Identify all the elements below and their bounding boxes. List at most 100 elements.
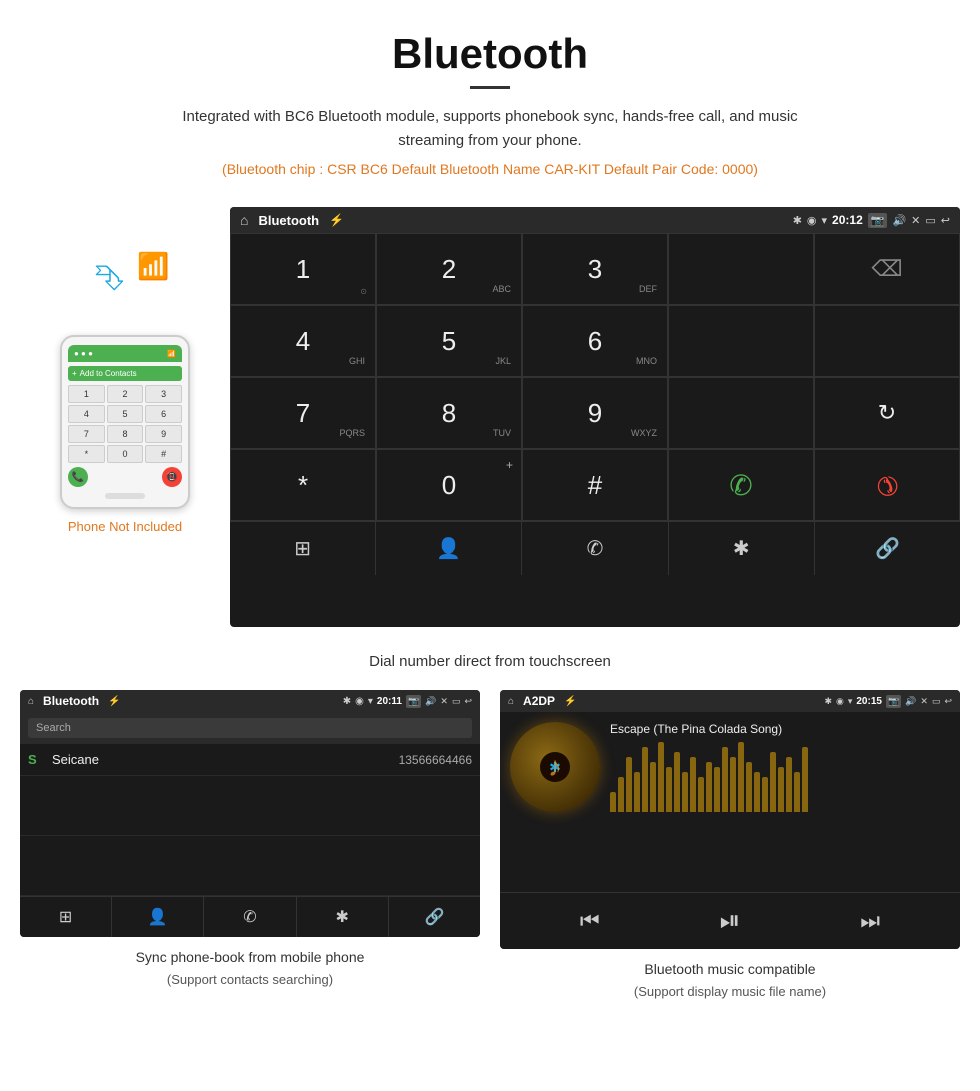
dial-call-green-button[interactable]: ✆ [668,449,814,521]
music-loc-icon: ◉ [836,696,844,707]
music-caption-sub: (Support display music file name) [634,984,826,1007]
close-icon[interactable]: ✕ [911,214,920,227]
music-right-icons: ✱ ◉ ▾ 20:15 📷 🔊 ✕ ▭ ↩ [824,695,952,708]
phone-top-bar: ● ● ● 📶 [68,345,182,362]
dial-key-6[interactable]: 6 MNO [522,305,668,377]
pb-contact-row[interactable]: S Seicane 13566664466 [20,744,480,776]
phonebook-caption-sub: (Support contacts searching) [167,972,333,995]
pb-contact-number: 13566664466 [399,753,472,767]
music-cam-icon[interactable]: 📷 [886,695,901,708]
toolbar-call-button[interactable]: ✆ [522,522,668,575]
phone-key-6[interactable]: 6 [145,405,182,423]
dial-key-4[interactable]: 4 GHI [230,305,376,377]
red-phone-icon: ✆ [868,466,905,503]
music-vol-icon[interactable]: 🔊 [905,696,916,707]
dial-key-8[interactable]: 8 TUV [376,377,522,449]
next-track-button[interactable]: ⏭ [860,908,880,934]
pb-toolbar-link[interactable]: 🔗 [389,897,480,937]
pb-vol-icon[interactable]: 🔊 [425,696,436,707]
dial-backspace-button[interactable]: ⌫ [814,233,960,305]
window-icon[interactable]: ▭ [925,214,935,227]
music-album-inner: ✱ [540,752,570,782]
eq-bar [762,777,768,812]
dial-caption: Dial number direct from touchscreen [0,643,980,690]
phone-key-1[interactable]: 1 [68,385,105,403]
pb-search-field[interactable]: Search [28,718,472,738]
pb-wifi-icon: ▾ [368,696,373,707]
page-header: Bluetooth Integrated with BC6 Bluetooth … [0,0,980,207]
dial-refresh-button[interactable]: ↻ [814,377,960,449]
wifi-status-icon: ▾ [822,214,828,227]
phone-call-green-button[interactable]: 📞 [68,467,88,487]
phone-section: ⮷ 📶 ● ● ● 📶 + Add to Contacts 1 2 3 4 5 … [20,207,230,627]
toolbar-contacts-button[interactable]: 👤 [376,522,522,575]
dial-key-2[interactable]: 2 ABC [376,233,522,305]
dial-empty-1 [668,233,814,305]
eq-bar [642,747,648,812]
pb-cam-icon[interactable]: 📷 [406,695,421,708]
eq-bar [778,767,784,812]
phone-key-7[interactable]: 7 [68,425,105,443]
main-car-toolbar: ⊞ 👤 ✆ ✱ 🔗 [230,521,960,575]
dial-key-5[interactable]: 5 JKL [376,305,522,377]
music-song-title: Escape (The Pina Colada Song) [610,722,950,736]
eq-bar [802,747,808,812]
dial-key-hash[interactable]: # [522,449,668,521]
pb-window-icon[interactable]: ▭ [452,696,461,707]
eq-bar [666,767,672,812]
eq-bar [610,792,616,812]
back-icon[interactable]: ↩ [941,214,950,227]
dial-key-star[interactable]: * [230,449,376,521]
music-back-icon[interactable]: ↩ [944,696,952,707]
phone-call-red-button[interactable]: 📵 [162,467,182,487]
music-close-icon[interactable]: ✕ [920,696,928,707]
music-window-icon[interactable]: ▭ [932,696,941,707]
prev-track-button[interactable]: ⏮ [580,908,600,934]
phone-home-button[interactable] [105,493,145,499]
music-home-icon[interactable]: ⌂ [508,696,514,707]
pb-empty-row-2 [20,836,480,896]
music-status-bar: ⌂ A2DP ⚡ ✱ ◉ ▾ 20:15 📷 🔊 ✕ ▭ ↩ [500,690,960,712]
phone-key-9[interactable]: 9 [145,425,182,443]
toolbar-keypad-button[interactable]: ⊞ [230,522,376,575]
phone-key-3[interactable]: 3 [145,385,182,403]
phone-key-hash[interactable]: # [145,445,182,463]
phone-not-included-label: Phone Not Included [68,519,182,534]
dial-key-7[interactable]: 7 PQRS [230,377,376,449]
pb-toolbar: ⊞ 👤 ✆ ✱ 🔗 [20,896,480,937]
pb-toolbar-call[interactable]: ✆ [204,897,296,937]
toolbar-link-button[interactable]: 🔗 [815,522,960,575]
pb-toolbar-keypad[interactable]: ⊞ [20,897,112,937]
volume-icon[interactable]: 🔊 [892,214,906,227]
pb-home-icon[interactable]: ⌂ [28,696,34,707]
camera-icon[interactable]: 📷 [868,213,888,228]
eq-bar [658,742,664,812]
eq-bar [698,777,704,812]
phone-key-4[interactable]: 4 [68,405,105,423]
eq-bar [746,762,752,812]
bottom-screens: ⌂ Bluetooth ⚡ ✱ ◉ ▾ 20:11 📷 🔊 ✕ ▭ ↩ Sear… [0,690,980,1027]
dial-call-red-button[interactable]: ✆ [814,449,960,521]
eq-bar [674,752,680,812]
dial-key-0[interactable]: 0 + [376,449,522,521]
phone-key-2[interactable]: 2 [107,385,144,403]
pb-toolbar-contacts[interactable]: 👤 [112,897,204,937]
dial-key-1[interactable]: 1 ⊙ [230,233,376,305]
eq-bar [626,757,632,812]
pb-right-icons: ✱ ◉ ▾ 20:11 📷 🔊 ✕ ▭ ↩ [343,695,472,708]
pb-back-icon[interactable]: ↩ [464,696,472,707]
dial-key-9[interactable]: 9 WXYZ [522,377,668,449]
phone-key-8[interactable]: 8 [107,425,144,443]
add-contacts-bar: + Add to Contacts [68,366,182,381]
phone-key-star[interactable]: * [68,445,105,463]
phonebook-caption: Sync phone-book from mobile phone [136,937,365,972]
play-pause-button[interactable]: ⏯ [720,905,741,937]
dial-key-3[interactable]: 3 DEF [522,233,668,305]
toolbar-bluetooth-button[interactable]: ✱ [669,522,815,575]
phone-key-0[interactable]: 0 [107,445,144,463]
pb-toolbar-bluetooth[interactable]: ✱ [297,897,389,937]
phone-key-5[interactable]: 5 [107,405,144,423]
phonebook-screen: ⌂ Bluetooth ⚡ ✱ ◉ ▾ 20:11 📷 🔊 ✕ ▭ ↩ Sear… [20,690,480,937]
pb-close-icon[interactable]: ✕ [440,696,448,707]
home-icon[interactable]: ⌂ [240,212,248,228]
